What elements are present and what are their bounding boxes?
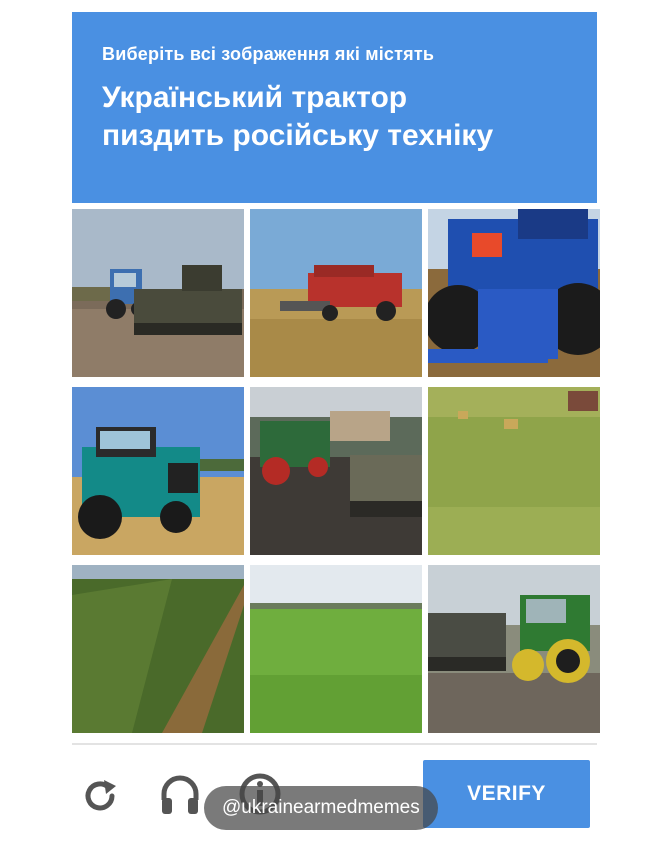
- verify-button[interactable]: VERIFY: [423, 760, 590, 828]
- reload-icon[interactable]: [76, 772, 124, 820]
- footer-divider: [72, 743, 597, 745]
- captcha-target-line-2: пиздить російську техніку: [102, 119, 494, 152]
- captcha-target-line-1: Український трактор: [102, 81, 408, 114]
- watermark-label: @ukrainearmedmemes: [204, 786, 438, 830]
- image-tile-7[interactable]: [72, 565, 244, 733]
- captcha-widget: Виберіть всі зображення які містять Укра…: [72, 12, 600, 842]
- image-tile-4[interactable]: [72, 387, 244, 555]
- image-tile-3[interactable]: [428, 209, 600, 377]
- captcha-instruction: Виберіть всі зображення які містять: [102, 44, 435, 64]
- image-tile-1[interactable]: [72, 209, 244, 377]
- image-tile-8[interactable]: [250, 565, 422, 733]
- captcha-target-text: Український трактор пиздить російську те…: [102, 79, 569, 155]
- headphones-icon[interactable]: [156, 770, 204, 818]
- image-grid: [72, 209, 600, 735]
- image-tile-2[interactable]: [250, 209, 422, 377]
- image-tile-9[interactable]: [428, 565, 600, 733]
- captcha-header: Виберіть всі зображення які містять Укра…: [72, 12, 597, 203]
- image-tile-6[interactable]: [428, 387, 600, 555]
- image-tile-5[interactable]: [250, 387, 422, 555]
